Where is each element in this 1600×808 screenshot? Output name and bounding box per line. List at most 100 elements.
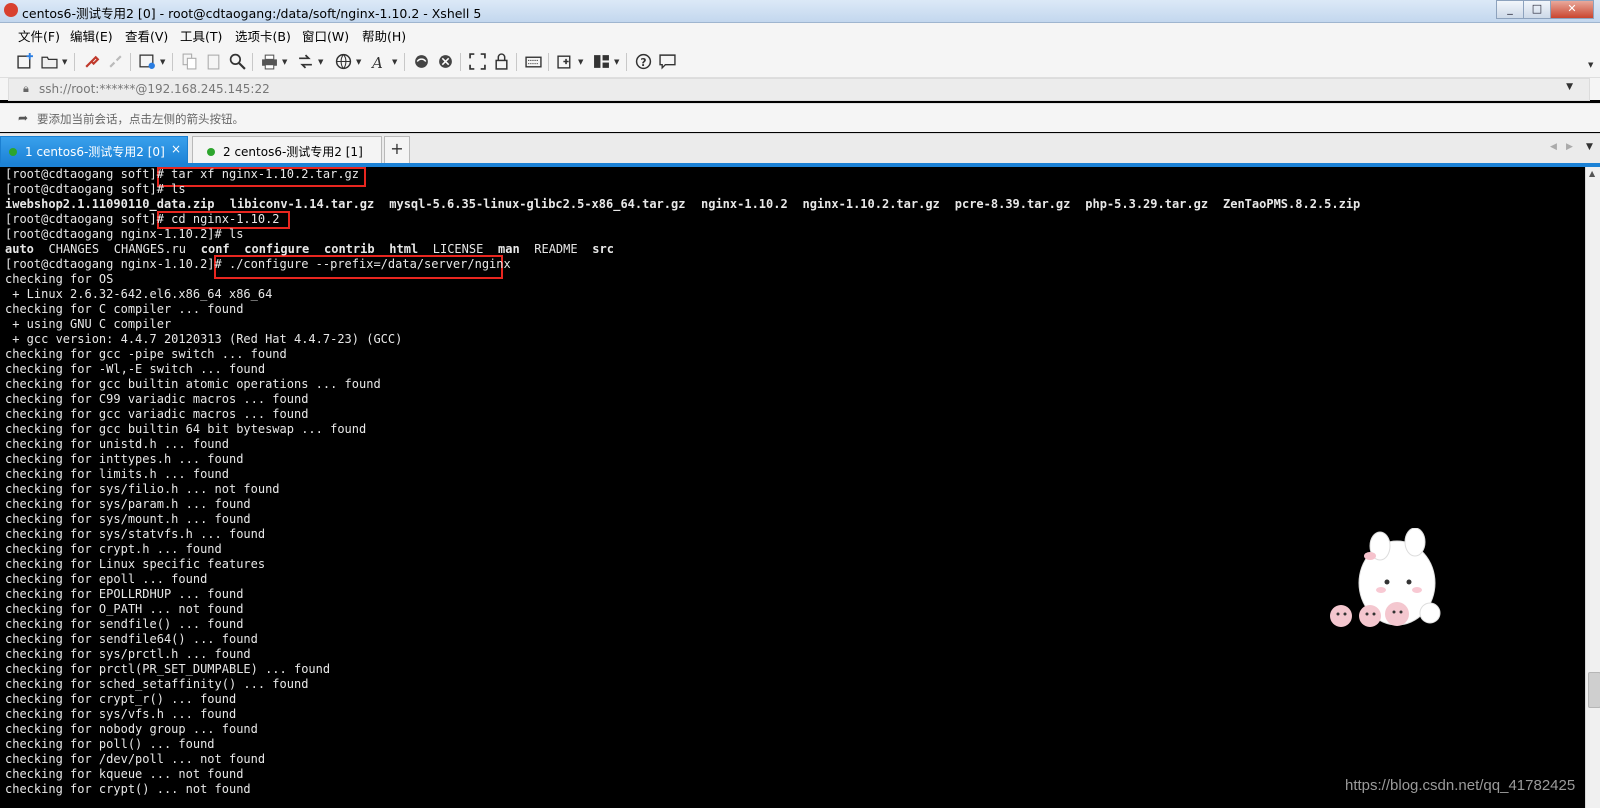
maximize-button[interactable]: □ — [1523, 0, 1551, 19]
window-title: centos6-测试专用2 [0] - root@cdtaogang:/data… — [22, 6, 482, 21]
fullscreen-icon[interactable] — [468, 52, 486, 70]
ls-entry: contrib — [324, 242, 375, 256]
help-icon[interactable]: ? — [634, 52, 652, 70]
tab-session-2[interactable]: 2 centos6-测试专用2 [1] — [192, 136, 382, 164]
print-dropdown-icon[interactable]: ▼ — [282, 58, 287, 66]
terminal-line: checking for gcc builtin 64 bit byteswap… — [5, 422, 367, 436]
paste-icon[interactable] — [204, 52, 222, 70]
terminal-line: [root@cdtaogang nginx-1.10.2]# ls — [5, 227, 244, 241]
tab-list-dropdown-icon[interactable]: ▼ — [1586, 142, 1593, 152]
menu-view[interactable]: 查看(V) — [125, 26, 168, 45]
terminal-line: checking for sys/mount.h ... found — [5, 512, 251, 526]
tab-scroll-right-icon[interactable]: ▶ — [1566, 142, 1573, 152]
terminal-output[interactable]: [root@cdtaogang soft]# tar xf nginx-1.10… — [0, 167, 1585, 808]
terminal-line: checking for unistd.h ... found — [5, 437, 229, 451]
terminal-line: checking for C compiler ... found — [5, 302, 244, 316]
ls-entry: nginx-1.10.2.tar.gz — [802, 197, 940, 211]
new-tab-button[interactable]: + — [384, 136, 410, 164]
terminal-scrollbar[interactable]: ▲ — [1585, 167, 1600, 808]
window-controls: _ □ ✕ — [1496, 0, 1594, 19]
ls-entry: nginx-1.10.2 — [701, 197, 788, 211]
menu-window[interactable]: 窗口(W) — [302, 26, 349, 45]
ls-entry: ZenTaoPMS.8.2.5.zip — [1223, 197, 1361, 211]
close-tab-icon[interactable]: × — [171, 142, 181, 156]
ls-entry: html — [389, 242, 419, 256]
terminal-line: [root@cdtaogang soft]# tar xf nginx-1.10… — [5, 167, 360, 181]
terminal-line: checking for sendfile64() ... found — [5, 632, 258, 646]
terminal-line: checking for O_PATH ... not found — [5, 602, 244, 616]
transfer-dropdown-icon[interactable]: ▼ — [318, 58, 323, 66]
terminal-line: checking for crypt_r() ... found — [5, 692, 237, 706]
globe-icon[interactable] — [334, 52, 352, 70]
terminal-line: checking for prctl(PR_SET_DUMPABLE) ... … — [5, 662, 331, 676]
terminal-line: checking for kqueue ... not found — [5, 767, 244, 781]
menu-help[interactable]: 帮助(H) — [362, 26, 406, 45]
tab-session-1[interactable]: 1 centos6-测试专用2 [0] × — [0, 136, 188, 164]
terminal-line: checking for Linux specific features — [5, 557, 266, 571]
connected-status-icon — [9, 148, 17, 156]
ls-entry: libiconv-1.14.tar.gz — [229, 197, 375, 211]
scrollbar-thumb[interactable] — [1588, 672, 1600, 708]
toolbar-separator — [172, 53, 173, 71]
terminal-line: checking for C99 variadic macros ... fou… — [5, 392, 309, 406]
globe-dropdown-icon[interactable]: ▼ — [356, 58, 361, 66]
font-icon[interactable]: A — [370, 52, 388, 70]
ls-entry: pcre-8.39.tar.gz — [954, 197, 1071, 211]
menu-file[interactable]: 文件(F) — [18, 26, 60, 45]
address-bar: 🔒︎ ssh://root:******@192.168.245.145:22 … — [0, 78, 1600, 101]
transfer-icon[interactable] — [296, 52, 314, 70]
toolbar-separator — [130, 53, 131, 71]
lock-icon[interactable] — [492, 52, 510, 70]
find-icon[interactable] — [228, 52, 246, 70]
xmanager-icon[interactable] — [436, 52, 454, 70]
terminal-line: checking for sched_setaffinity() ... fou… — [5, 677, 309, 691]
print-icon[interactable] — [260, 52, 278, 70]
open-dropdown-icon[interactable]: ▼ — [62, 58, 67, 66]
ls-entry: README — [534, 242, 578, 256]
ls-entry: CHANGES — [48, 242, 100, 256]
chevron-down-icon[interactable]: ▼ — [1566, 82, 1573, 92]
address-input[interactable]: 🔒︎ ssh://root:******@192.168.245.145:22 … — [8, 78, 1590, 101]
keyboard-icon[interactable] — [524, 52, 542, 70]
terminal-line: checking for epoll ... found — [5, 572, 208, 586]
menu-edit[interactable]: 编辑(E) — [70, 26, 113, 45]
disconnect-icon[interactable] — [106, 52, 124, 70]
font-dropdown-icon[interactable]: ▼ — [392, 58, 397, 66]
copy-icon[interactable] — [180, 52, 198, 70]
tab-label: 1 centos6-测试专用2 [0] — [25, 145, 165, 159]
new-session-icon[interactable] — [16, 52, 34, 70]
scroll-up-icon[interactable]: ▲ — [1589, 169, 1595, 178]
toolbar-separator — [516, 53, 517, 71]
toolbar-overflow-icon[interactable]: ▼ — [1588, 61, 1593, 69]
tab-bar: 1 centos6-测试专用2 [0] × 2 centos6-测试专用2 [1… — [0, 133, 1600, 164]
terminal-line: checking for gcc -pipe switch ... found — [5, 347, 287, 361]
ls-output-nginx: auto CHANGES CHANGES.ru conf configure contri… — [5, 242, 805, 257]
hint-text: 要添加当前会话，点击左侧的箭头按钮。 — [37, 112, 244, 126]
add-session-arrow-icon[interactable]: ➦ — [18, 111, 28, 125]
terminal-line: checking for sendfile() ... found — [5, 617, 244, 631]
close-button[interactable]: ✕ — [1550, 0, 1594, 19]
terminal-line: checking for sys/filio.h ... not found — [5, 482, 280, 496]
menu-tools[interactable]: 工具(T) — [180, 26, 222, 45]
terminal-line: [root@cdtaogang soft]# cd nginx-1.10.2 — [5, 212, 280, 226]
ls-entry: iwebshop2.1.11090110_data.zip — [5, 197, 215, 211]
title-bar: centos6-测试专用2 [0] - root@cdtaogang:/data… — [0, 0, 1600, 23]
terminal-line: checking for limits.h ... found — [5, 467, 229, 481]
terminal-line: [root@cdtaogang nginx-1.10.2]# ./configu… — [5, 257, 511, 271]
properties-icon[interactable] — [138, 52, 156, 70]
open-folder-icon[interactable] — [40, 52, 58, 70]
toolbar-separator — [626, 53, 627, 71]
tab-scroll-left-icon[interactable]: ◀ — [1550, 142, 1557, 152]
terminal-line: checking for OS — [5, 272, 114, 286]
properties-dropdown-icon[interactable]: ▼ — [160, 58, 165, 66]
menu-tabs[interactable]: 选项卡(B) — [235, 26, 291, 45]
layout-icon[interactable] — [592, 52, 610, 70]
chat-icon[interactable] — [658, 52, 676, 70]
minimize-button[interactable]: _ — [1496, 0, 1524, 19]
compose-dropdown-icon[interactable]: ▼ — [578, 58, 583, 66]
xftp-icon[interactable] — [412, 52, 430, 70]
layout-dropdown-icon[interactable]: ▼ — [614, 58, 619, 66]
toolbar-separator — [548, 53, 549, 71]
reconnect-icon[interactable] — [82, 52, 100, 70]
compose-icon[interactable] — [556, 52, 574, 70]
